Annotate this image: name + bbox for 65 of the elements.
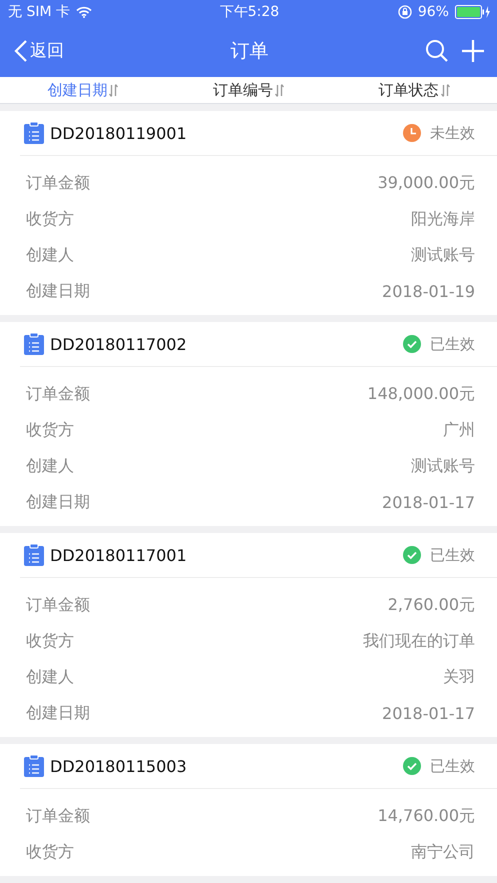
field-value: 测试账号: [411, 244, 475, 266]
order-number: DD20180115003: [50, 756, 187, 776]
wifi-icon: [76, 6, 92, 18]
search-icon[interactable]: [425, 38, 449, 62]
back-button[interactable]: 返回: [14, 39, 124, 62]
field-label: 创建人: [26, 456, 74, 476]
clipboard-icon: [24, 755, 44, 777]
order-card[interactable]: DD20180119001 未生效 订单金额 39,000.00元 收货方 阳光海岸 创建人 测试账号 创建日期 2018-01-19: [0, 111, 497, 315]
field-label: 收货方: [26, 420, 74, 440]
order-number: DD20180117002: [50, 334, 187, 354]
field-value: 14,760.00元: [378, 806, 475, 826]
field-label: 订单金额: [26, 172, 90, 194]
carrier-text: 无 SIM 卡: [8, 3, 70, 21]
field-value: 2018-01-19: [382, 282, 475, 300]
order-card[interactable]: DD20180117001 已生效 订单金额 2,760.00元 收货方 我们现在的订单 创建人 关羽 创建日期 2018-01-17: [0, 533, 497, 737]
order-card[interactable]: DD20180115003 已生效 订单金额 14,760.00元 收货方 南宁公司: [0, 744, 497, 876]
field-label: 收货方: [26, 208, 74, 230]
field-value: 测试账号: [411, 456, 475, 476]
battery-percent: 96%: [418, 4, 449, 20]
sort-icon: [275, 84, 284, 96]
add-icon[interactable]: [461, 38, 485, 62]
field-value: 南宁公司: [411, 842, 475, 862]
field-label: 创建人: [26, 666, 74, 688]
field-label: 收货方: [26, 630, 74, 652]
order-number: DD20180119001: [50, 124, 187, 142]
field-value: 2,760.00元: [388, 594, 475, 616]
clock-time: 下午5:28: [220, 3, 280, 21]
field-value: 148,000.00元: [367, 384, 475, 404]
field-label: 创建人: [26, 244, 74, 266]
sort-tab[interactable]: 订单编号: [166, 77, 332, 103]
field-label: 创建日期: [26, 280, 90, 302]
order-card[interactable]: DD20180117002 已生效 订单金额 148,000.00元 收货方 广州 创建人 测试账号 创建日期 2018-01-17: [0, 322, 497, 526]
field-label: 收货方: [26, 842, 74, 862]
page-title: 订单: [230, 38, 268, 64]
rotation-lock-icon: [398, 5, 412, 19]
sort-tab[interactable]: 订单状态: [331, 77, 497, 103]
field-value: 2018-01-17: [382, 704, 475, 722]
order-status: 未生效: [430, 124, 475, 142]
field-value: 39,000.00元: [378, 172, 475, 194]
check-icon: [403, 335, 421, 353]
field-value: 阳光海岸: [411, 208, 475, 230]
sort-tab[interactable]: 创建日期: [0, 77, 166, 103]
chevron-left-icon: [14, 40, 28, 62]
sort-icon: [440, 84, 450, 96]
field-label: 订单金额: [26, 806, 90, 826]
field-value: 广州: [443, 420, 475, 440]
battery-icon: [454, 5, 491, 19]
sort-icon: [109, 84, 118, 96]
field-value: 2018-01-17: [382, 492, 475, 512]
field-label: 订单金额: [26, 384, 90, 404]
field-label: 订单金额: [26, 594, 90, 616]
clipboard-icon: [24, 122, 44, 144]
field-label: 创建日期: [26, 492, 90, 512]
check-icon: [403, 757, 421, 775]
order-status: 已生效: [430, 756, 475, 776]
order-number: DD20180117001: [50, 546, 187, 564]
check-icon: [403, 546, 421, 564]
field-value: 关羽: [443, 666, 475, 688]
clipboard-icon: [24, 544, 44, 566]
order-status: 已生效: [430, 334, 475, 354]
clock-icon: [403, 124, 421, 142]
field-label: 创建日期: [26, 702, 90, 724]
order-status: 已生效: [430, 546, 475, 564]
field-value: 我们现在的订单: [363, 630, 475, 652]
clipboard-icon: [24, 333, 44, 355]
